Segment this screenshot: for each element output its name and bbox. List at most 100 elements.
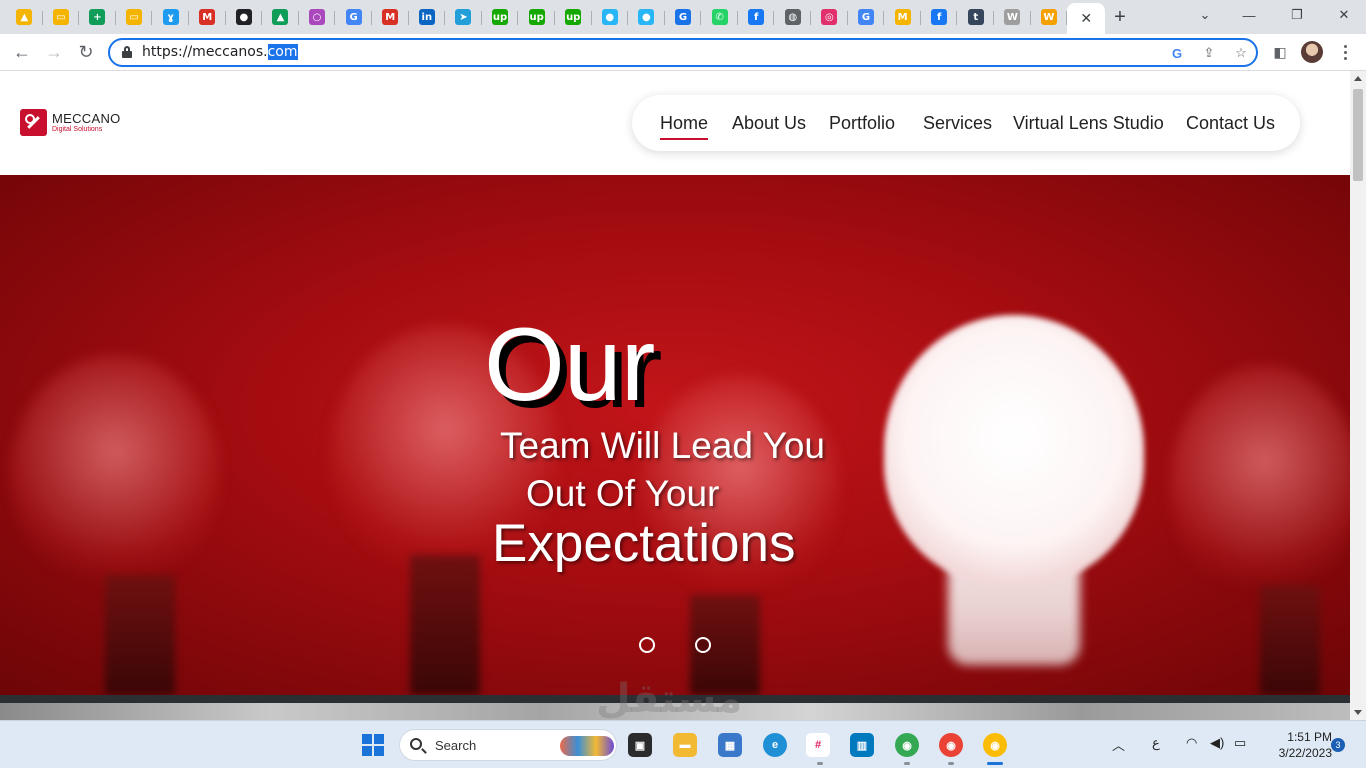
windows-start-icon[interactable] xyxy=(362,734,384,756)
scroll-down-icon[interactable] xyxy=(1354,710,1362,715)
nav-about-us[interactable]: About Us xyxy=(732,113,806,134)
close-window-icon[interactable]: ✕ xyxy=(1333,4,1355,26)
browser-tab[interactable]: ● xyxy=(628,3,665,31)
browser-tab[interactable]: in xyxy=(409,3,446,31)
nav-home[interactable]: Home xyxy=(660,113,709,140)
active-app-indicator xyxy=(987,762,1003,765)
nav-services[interactable]: Services xyxy=(923,113,992,134)
whatsapp-icon: ✆ xyxy=(711,9,728,25)
upwork-icon: up xyxy=(565,9,582,25)
chrome-icon[interactable]: ◉ xyxy=(939,733,963,757)
w-app-icon: W xyxy=(1040,9,1057,25)
browser-menu-icon[interactable] xyxy=(1338,40,1352,64)
system-clock[interactable]: 1:51 PM 3/22/2023 xyxy=(1262,729,1332,761)
slider-dot-1[interactable] xyxy=(639,637,655,653)
browser-tab[interactable]: ɣ xyxy=(152,3,189,31)
tray-chevron-up-icon[interactable]: ︿ xyxy=(1112,735,1125,754)
task-view-icon[interactable]: ▣ xyxy=(628,733,652,757)
browser-tab[interactable]: G xyxy=(848,3,885,31)
scroll-up-icon[interactable] xyxy=(1354,76,1362,81)
close-tab-icon[interactable]: ✕ xyxy=(1080,10,1092,27)
browser-tab[interactable]: M xyxy=(372,3,409,31)
maximize-icon[interactable]: ❐ xyxy=(1286,4,1308,26)
minimize-icon[interactable]: — xyxy=(1238,4,1260,26)
site-logo[interactable]: MECCANO Digital Solutions xyxy=(20,109,121,136)
edge-browser-icon[interactable]: e xyxy=(763,733,787,757)
wifi-icon[interactable]: ◠ xyxy=(1186,735,1197,751)
volume-icon[interactable]: ◀) xyxy=(1210,735,1224,751)
slider-dot-2[interactable] xyxy=(695,637,711,653)
browser-tab[interactable]: up xyxy=(482,3,519,31)
page-viewport: MECCANO Digital Solutions Home About Us … xyxy=(0,71,1350,720)
input-language[interactable]: ع xyxy=(1152,735,1160,751)
background-bulb-neck xyxy=(410,555,480,695)
linkedin-icon: in xyxy=(418,9,435,25)
browser-tab[interactable]: M xyxy=(189,3,226,31)
active-tab[interactable]: ✕ xyxy=(1067,3,1106,34)
logo-tagline: Digital Solutions xyxy=(52,126,103,133)
google-translate-icon: G xyxy=(345,9,362,25)
browser-tab[interactable]: ▲ xyxy=(262,3,299,31)
battery-icon[interactable]: ▭ xyxy=(1234,735,1246,751)
telegram-icon: ➤ xyxy=(455,9,472,25)
new-tab-button[interactable]: + xyxy=(1110,5,1130,29)
taskbar-search[interactable]: Search xyxy=(399,729,617,761)
scrollbar-thumb[interactable] xyxy=(1353,89,1363,181)
browser-tab[interactable]: ○ xyxy=(299,3,336,31)
browser-tab[interactable]: f xyxy=(738,3,775,31)
browser-tab[interactable]: ▭ xyxy=(43,3,80,31)
background-bulb xyxy=(1170,365,1350,605)
page-scrollbar[interactable] xyxy=(1350,71,1366,720)
taskbar-search-label: Search xyxy=(435,738,477,753)
browser-tab[interactable]: ● xyxy=(592,3,629,31)
nav-portfolio[interactable]: Portfolio xyxy=(829,113,895,134)
ring-icon: ○ xyxy=(309,9,326,25)
back-icon[interactable]: ← xyxy=(10,40,34,64)
google-icon: G xyxy=(857,9,874,25)
browser-tab[interactable]: t xyxy=(957,3,994,31)
site-header: MECCANO Digital Solutions Home About Us … xyxy=(0,71,1350,175)
tab-list: ▲ ▭ + ▭ ɣ M ● ▲ ○ G Min ➤ up up up ● ● G ✆ f ◍ ◎ G Mf t W W ✕ xyxy=(6,3,1106,34)
trello-icon[interactable]: ▥ xyxy=(850,733,874,757)
google-sheets-icon: + xyxy=(89,9,106,25)
microsoft-store-icon[interactable]: ▦ xyxy=(718,733,742,757)
browser-tab[interactable]: ▭ xyxy=(116,3,153,31)
clock-time: 1:51 PM xyxy=(1287,730,1332,744)
slack-icon[interactable]: # xyxy=(806,733,830,757)
hero-headline: Our xyxy=(484,307,655,423)
browser-tab[interactable]: ◎ xyxy=(811,3,848,31)
browser-tab[interactable]: W xyxy=(994,3,1031,31)
globe-icon: ◍ xyxy=(784,9,801,25)
file-explorer-icon[interactable]: ▬ xyxy=(673,733,697,757)
address-bar[interactable]: https://meccanos.com G ⇪ ☆ xyxy=(108,38,1258,67)
chrome-icon[interactable]: ◉ xyxy=(983,733,1007,757)
reload-icon[interactable]: ↻ xyxy=(74,40,98,64)
browser-tab[interactable]: + xyxy=(79,3,116,31)
notification-badge[interactable]: 3 xyxy=(1331,738,1345,752)
url-text[interactable]: https://meccanos.com xyxy=(142,44,298,60)
browser-tab[interactable]: f xyxy=(921,3,958,31)
forward-icon[interactable]: → xyxy=(42,40,66,64)
tab-search-icon[interactable]: ⌄ xyxy=(1194,4,1216,26)
browser-tab[interactable]: up xyxy=(555,3,592,31)
bookmark-star-icon[interactable]: ☆ xyxy=(1232,44,1250,62)
clock-date: 3/22/2023 xyxy=(1278,746,1332,760)
browser-tab[interactable]: up xyxy=(518,3,555,31)
browser-tab[interactable]: G xyxy=(335,3,372,31)
browser-tab[interactable]: ◍ xyxy=(774,3,811,31)
profile-avatar[interactable] xyxy=(1301,41,1323,63)
browser-tab[interactable]: ➤ xyxy=(445,3,482,31)
browser-tab[interactable]: ● xyxy=(226,3,263,31)
nav-contact-us[interactable]: Contact Us xyxy=(1186,113,1275,134)
lock-icon[interactable] xyxy=(122,46,132,58)
browser-tab[interactable]: G xyxy=(665,3,702,31)
chrome-icon[interactable]: ◉ xyxy=(895,733,919,757)
browser-tab[interactable]: ▲ xyxy=(6,3,43,31)
browser-tab[interactable]: M xyxy=(884,3,921,31)
browser-tab[interactable]: W xyxy=(1031,3,1068,31)
side-panel-icon[interactable]: ◧ xyxy=(1268,40,1292,64)
google-lens-icon[interactable]: G xyxy=(1168,44,1186,62)
share-icon[interactable]: ⇪ xyxy=(1200,44,1218,62)
nav-virtual-lens-studio[interactable]: Virtual Lens Studio xyxy=(1013,113,1164,134)
browser-tab[interactable]: ✆ xyxy=(701,3,738,31)
